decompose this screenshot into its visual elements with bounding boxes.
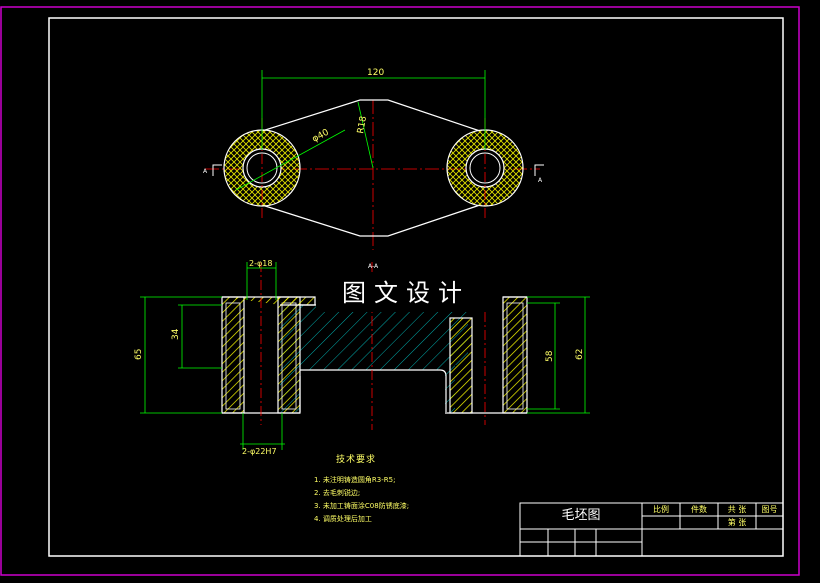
dim-34: 34 xyxy=(171,328,181,340)
drawing-name: 毛坯图 xyxy=(561,508,601,523)
top-view xyxy=(205,70,544,250)
dim-r18: R18 xyxy=(356,115,369,134)
dim-120: 120 xyxy=(367,68,384,78)
dim-65: 65 xyxy=(134,349,144,360)
dim-hole-spec: 2-φ18 xyxy=(249,259,272,268)
tech-note-4: 4. 调质处理后加工 xyxy=(314,515,372,523)
dim-phi40: φ40 xyxy=(311,128,331,145)
tech-note-2: 2. 去毛刺锐边; xyxy=(314,489,361,497)
tech-notes-title: 技术要求 xyxy=(336,455,377,465)
sheet-num-label: 第 张 xyxy=(727,518,747,527)
quantity-label: 件数 xyxy=(691,505,707,514)
tech-note-1: 1. 未注明铸造圆角R3-R5; xyxy=(314,476,396,484)
sheet-label: 共 张 xyxy=(727,505,747,514)
section-a-right: A xyxy=(538,177,543,184)
drawing-no-label: 图号 xyxy=(761,505,778,514)
section-label: A-A xyxy=(368,263,379,270)
dim-bore-spec: 2-φ22H7 xyxy=(242,447,277,456)
dim-62: 62 xyxy=(575,349,585,360)
tech-note-3: 3. 未加工铸面涂C08防锈底漆; xyxy=(314,502,410,510)
dim-58: 58 xyxy=(545,350,555,362)
scale-label: 比例 xyxy=(653,505,669,514)
watermark-text: 图文设计 xyxy=(316,274,496,312)
